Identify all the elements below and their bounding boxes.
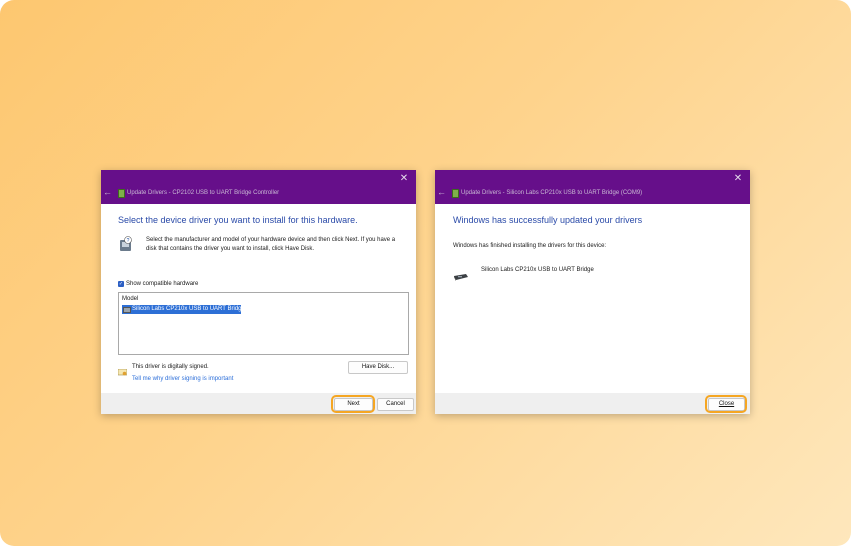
- model-listbox[interactable]: Model Silicon Labs CP210x USB to UART Br…: [118, 292, 409, 355]
- driver-signing-link[interactable]: Tell me why driver signing is important: [132, 376, 233, 382]
- back-arrow-icon[interactable]: ←: [103, 187, 112, 197]
- next-button[interactable]: Next: [334, 398, 373, 411]
- background-canvas: ✕ ← Update Drivers - CP2102 USB to UART …: [0, 0, 851, 546]
- close-icon[interactable]: ✕: [398, 173, 410, 185]
- have-disk-button[interactable]: Have Disk...: [348, 361, 408, 374]
- close-button[interactable]: Close: [708, 398, 745, 411]
- certificate-icon: [117, 363, 128, 376]
- show-compatible-checkbox[interactable]: ✓: [118, 281, 124, 287]
- list-item-selected[interactable]: Silicon Labs CP210x USB to UART Bridge: [122, 305, 245, 314]
- dialog-title: Update Drivers - CP2102 USB to UART Brid…: [127, 190, 280, 196]
- instruction-text: Select the manufacturer and model of you…: [146, 237, 396, 252]
- dialog-footer: Close: [435, 393, 750, 414]
- finished-description: Windows has finished installing the driv…: [453, 243, 607, 249]
- dialog-titlebar: ✕ ← Update Drivers - CP2102 USB to UART …: [101, 170, 416, 204]
- selected-model-label: Silicon Labs CP210x USB to UART Bridge: [132, 306, 245, 312]
- cancel-button[interactable]: Cancel: [377, 398, 414, 411]
- installed-device-name: Silicon Labs CP210x USB to UART Bridge: [481, 267, 594, 273]
- hardware-disk-icon: ?: [119, 236, 133, 252]
- driver-icon: [118, 189, 125, 198]
- select-driver-dialog: ✕ ← Update Drivers - CP2102 USB to UART …: [101, 170, 416, 414]
- back-arrow-icon[interactable]: ←: [437, 187, 446, 197]
- page-heading: Select the device driver you want to ins…: [118, 215, 358, 225]
- usb-device-icon: [453, 269, 469, 281]
- show-compatible-label: Show compatible hardware: [126, 281, 199, 287]
- usb-device-icon: [123, 307, 131, 313]
- signed-status-text: This driver is digitally signed.: [132, 364, 209, 370]
- list-column-header: Model: [122, 296, 139, 302]
- driver-icon: [452, 189, 459, 198]
- dialog-footer: Next Cancel: [101, 393, 416, 414]
- svg-text:?: ?: [127, 238, 130, 244]
- dialog-titlebar: ✕ ← Update Drivers - Silicon Labs CP210x…: [435, 170, 750, 204]
- update-success-dialog: ✕ ← Update Drivers - Silicon Labs CP210x…: [435, 170, 750, 414]
- page-heading: Windows has successfully updated your dr…: [453, 215, 643, 225]
- dialog-title: Update Drivers - Silicon Labs CP210x USB…: [461, 190, 643, 196]
- close-icon[interactable]: ✕: [732, 173, 744, 185]
